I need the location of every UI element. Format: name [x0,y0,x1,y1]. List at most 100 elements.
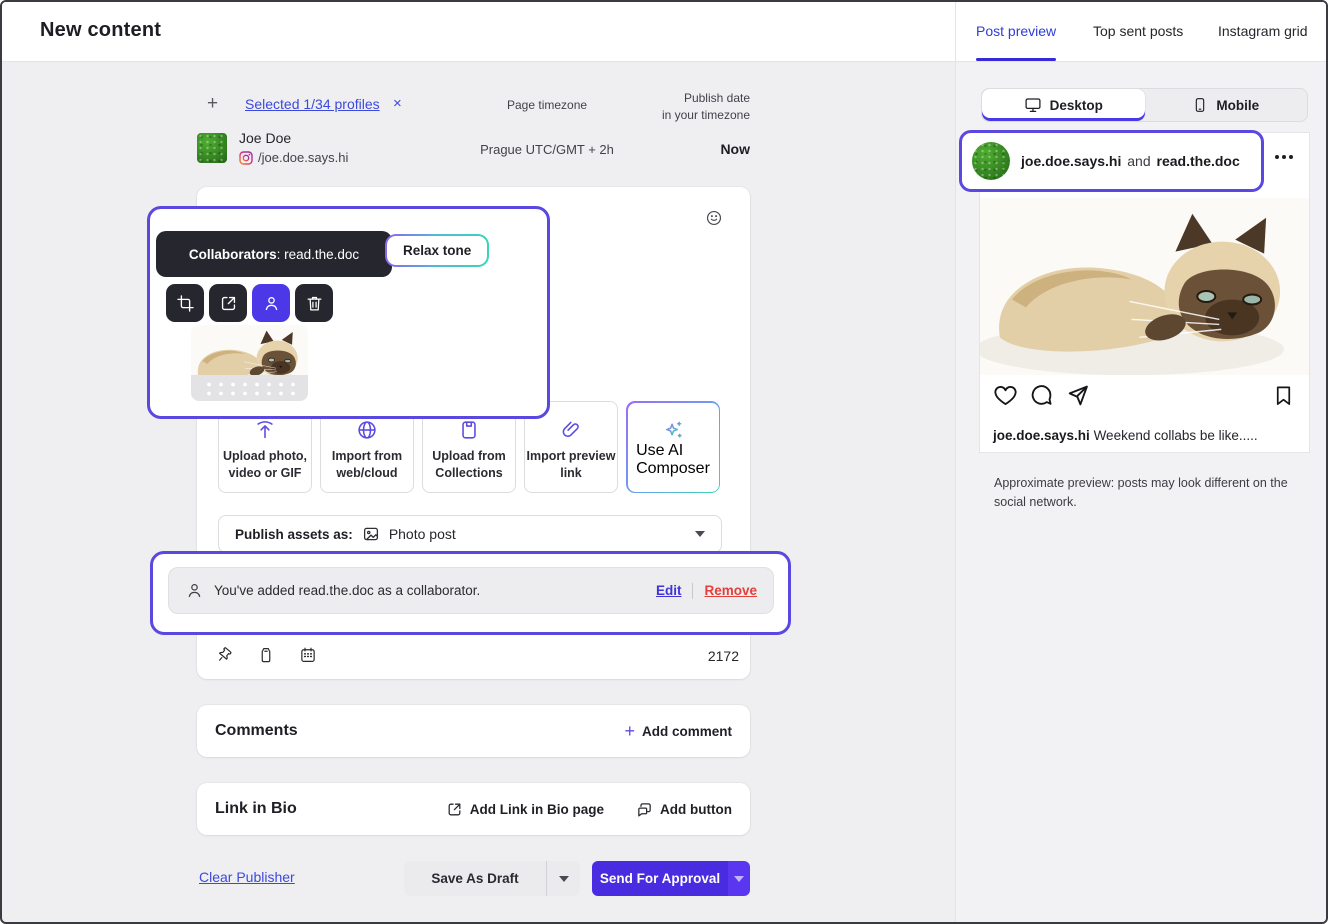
bookmark-icon [1272,384,1295,407]
tab-post-preview[interactable]: Post preview [976,23,1056,39]
import-preview-label-2: link [527,465,616,482]
share-icon [1065,383,1090,408]
preview-caption: joe.doe.says.hi Weekend collabs be like.… [993,428,1293,443]
collaborator-notice-text: You've added read.the.doc as a collabora… [214,583,480,598]
timezone-value: Prague UTC/GMT + 2h [457,142,637,157]
heart-icon [993,383,1018,408]
delete-media-button[interactable] [295,284,333,322]
button-bubble-icon [636,801,653,818]
ai-composer-label-1: Use AI [636,442,710,460]
more-options-icon [1275,155,1293,159]
user-icon [185,581,204,600]
crop-button[interactable] [166,284,204,322]
comment-icon [1029,383,1054,408]
publish-assets-label: Publish assets as: [235,527,353,542]
upload-collections-label-1: Upload from [432,448,506,465]
emoji-picker-icon[interactable] [705,209,723,227]
publish-assets-value: Photo post [389,526,456,542]
edit-collaborator-link[interactable]: Edit [656,583,682,598]
chevron-down-icon [559,876,569,882]
save-as-draft-button[interactable]: Save As Draft [404,861,580,896]
publish-assets-dropdown[interactable]: Publish assets as: Photo post [218,515,722,553]
add-profile-button[interactable]: + [207,93,218,115]
profile-handle: /joe.doe.says.hi [258,150,348,165]
preview-username-1: joe.doe.says.hi [1021,153,1121,169]
drag-handle[interactable] [191,375,308,401]
upload-photo-label-1: Upload photo, [223,448,307,465]
page-timezone-label: Page timezone [507,98,587,112]
relax-tone-label: Relax tone [387,236,487,265]
preview-usernames: joe.doe.says.hi and read.the.doc [1021,153,1240,169]
chevron-down-icon [734,876,744,882]
app-window: New content + Selected 1/34 profiles × P… [0,0,1328,924]
profile-handle-row: /joe.doe.says.hi [239,150,348,165]
collaborators-tooltip-rest: : read.the.doc [277,247,360,262]
page-title: New content [40,19,161,42]
link-in-bio-card: Link in Bio Add Link in Bio page Add but… [197,783,750,835]
add-link-in-bio-page-button[interactable]: Add Link in Bio page [446,801,604,818]
import-web-label-1: Import from [332,448,402,465]
clear-profiles-icon[interactable]: × [393,95,402,112]
collaborators-tooltip-bold: Collaborators [189,247,277,262]
phone-icon [1192,97,1208,113]
collaborators-tooltip: Collaborators: read.the.doc [156,231,392,277]
upload-photo-label-2: video or GIF [223,465,307,482]
toggle-mobile-label: Mobile [1216,98,1259,113]
selected-profiles-link[interactable]: Selected 1/34 profiles [245,96,380,112]
chevron-down-icon [695,531,705,537]
add-comment-button[interactable]: + Add comment [624,722,732,740]
calendar-icon[interactable] [299,646,317,664]
preview-username-2: read.the.doc [1157,153,1240,169]
cat-post-image [980,198,1309,375]
collaborator-button[interactable] [252,284,290,322]
add-button-button[interactable]: Add button [636,801,732,818]
preview-conjunction: and [1127,153,1150,169]
monitor-icon [1024,96,1042,114]
draft-dropdown-toggle[interactable] [547,861,580,896]
pin-icon[interactable] [215,646,233,664]
collaborator-highlight-box: Collaborators: read.the.doc Relax tone [147,206,550,419]
label-icon[interactable] [257,646,275,664]
collab-header-highlight-box: joe.doe.says.hi and read.the.doc [959,130,1264,192]
approval-dropdown-toggle[interactable] [728,861,750,896]
save-icon [458,419,480,441]
active-tab-underline [976,58,1056,61]
tab-instagram-grid[interactable]: Instagram grid [1218,23,1307,39]
ai-composer-label-2: Composer [636,460,710,478]
instagram-icon [239,151,253,165]
send-for-approval-label: Send For Approval [592,861,728,896]
relax-tone-button[interactable]: Relax tone [385,234,489,267]
preview-tabs-bar: Post preview Top sent posts Instagram gr… [956,2,1328,62]
toggle-desktop[interactable]: Desktop [982,89,1145,121]
preview-disclaimer: Approximate preview: posts may look diff… [994,474,1294,513]
media-thumbnail[interactable] [191,325,308,401]
device-toggle: Desktop Mobile [981,88,1308,122]
publish-date-label: Publish date in your timezone [606,90,750,124]
link-in-bio-title: Link in Bio [215,800,297,818]
open-external-button[interactable] [209,284,247,322]
toggle-mobile[interactable]: Mobile [1145,89,1308,121]
add-button-label: Add button [660,802,732,817]
post-meta-row [215,646,317,664]
send-for-approval-button[interactable]: Send For Approval [592,861,750,896]
media-toolbar [166,284,333,322]
ai-composer-button[interactable]: Use AI Composer [626,401,720,493]
collaborator-notice-highlight-box: You've added read.the.doc as a collabora… [150,551,791,635]
tab-top-sent-posts[interactable]: Top sent posts [1093,23,1183,39]
profile-name: Joe Doe [239,130,291,146]
import-web-label-2: web/cloud [332,465,402,482]
clear-publisher-link[interactable]: Clear Publisher [199,869,295,885]
top-bar: New content [2,2,955,62]
instagram-actions [993,383,1090,408]
import-preview-label-1: Import preview [527,448,616,465]
add-link-in-bio-page-label: Add Link in Bio page [470,802,604,817]
remove-collaborator-link[interactable]: Remove [704,583,757,598]
external-link-icon [446,801,463,818]
publish-date-label-line2: in your timezone [662,108,750,122]
toggle-desktop-label: Desktop [1050,98,1103,113]
plus-icon: + [624,722,635,740]
upload-collections-label-2: Collections [432,465,506,482]
caption-username: joe.doe.says.hi [993,428,1090,443]
save-as-draft-label: Save As Draft [404,861,547,896]
sparkles-icon [662,419,685,442]
